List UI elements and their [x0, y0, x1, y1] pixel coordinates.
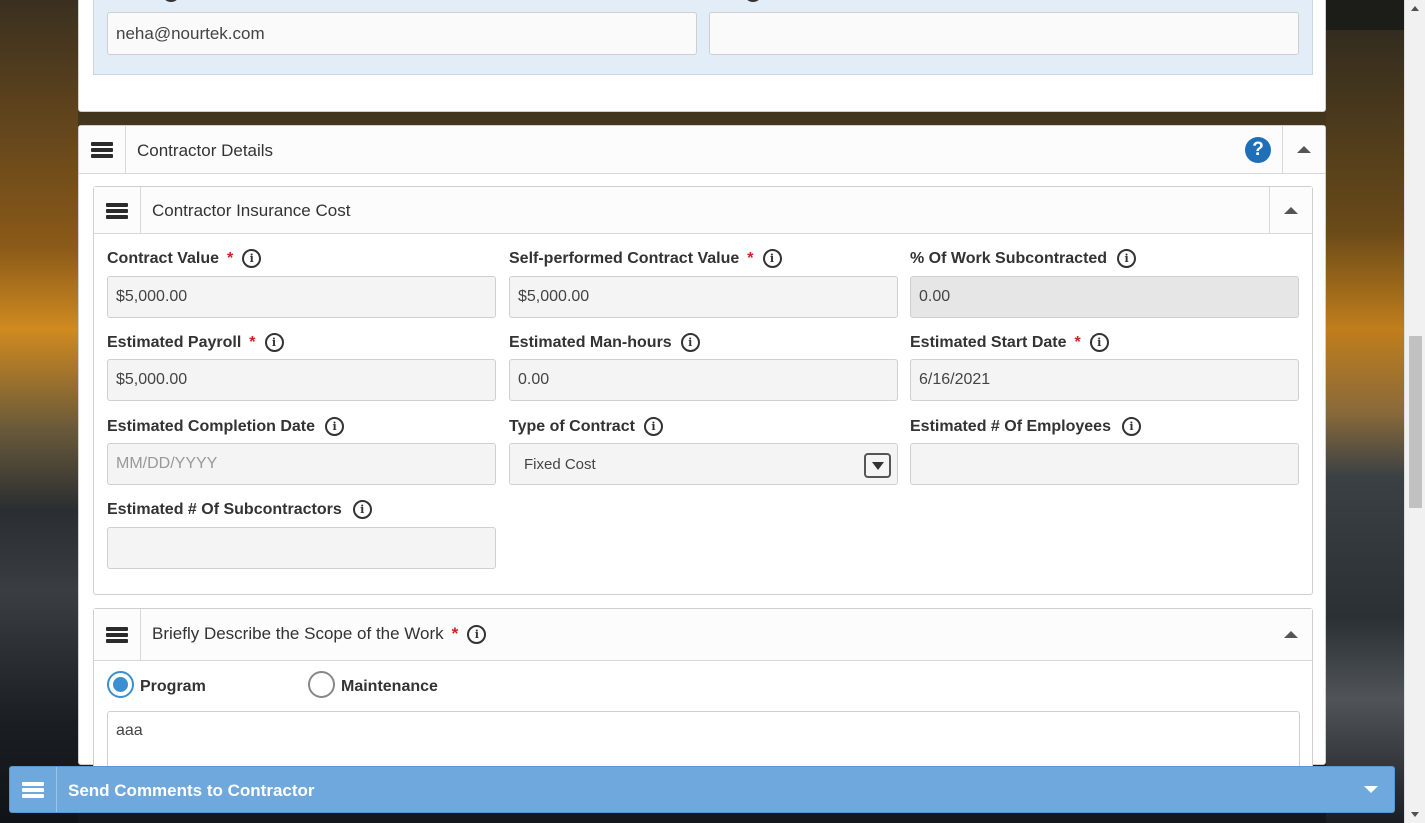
scroll-up-icon[interactable]	[1411, 6, 1419, 11]
info-icon[interactable]: i	[242, 249, 262, 268]
info-icon[interactable]: i	[325, 417, 345, 436]
secondary-field[interactable]	[709, 12, 1299, 55]
scope-textarea[interactable]: aaa	[107, 711, 1300, 771]
est-start-input[interactable]: 6/16/2021	[910, 359, 1299, 401]
chevron-up-icon	[1284, 207, 1298, 214]
label-text: % Of Work Subcontracted	[910, 249, 1108, 267]
info-icon[interactable]: i	[467, 624, 487, 644]
label-text: Briefly Describe the Scope of the Work	[152, 624, 444, 643]
label-text: Estimated Completion Date	[107, 417, 316, 435]
page-scrollbar[interactable]	[1404, 0, 1425, 823]
pct-subcontracted-input: 0.00	[910, 276, 1299, 318]
help-icon[interactable]: ?	[1245, 137, 1271, 163]
contact-section: neha@nourtek.com	[93, 0, 1313, 75]
chevron-up-icon	[1297, 146, 1311, 153]
send-comments-bar[interactable]: Send Comments to Contractor	[9, 766, 1395, 813]
background-image-left	[0, 0, 78, 823]
est-manhours-label: Estimated Man-hours i	[509, 333, 700, 352]
info-icon[interactable]: i	[1117, 249, 1137, 268]
scope-title: Briefly Describe the Scope of the Work * i	[152, 624, 487, 644]
insurance-cost-title: Contractor Insurance Cost	[152, 201, 351, 220]
info-icon[interactable]: i	[762, 249, 782, 268]
est-completion-input[interactable]: MM/DD/YYYY	[107, 443, 496, 485]
select-value: Fixed Cost	[524, 455, 596, 473]
hamburger-menu-icon[interactable]	[94, 609, 141, 660]
insurance-cost-header: Contractor Insurance Cost	[94, 187, 1312, 234]
collapse-button[interactable]	[1269, 611, 1312, 658]
collapse-button[interactable]	[1269, 187, 1312, 234]
est-start-label: Estimated Start Date * i	[910, 333, 1109, 352]
self-performed-input[interactable]: $5,000.00	[509, 276, 898, 318]
label-text: Estimated # Of Employees	[910, 417, 1111, 435]
est-payroll-input[interactable]: $5,000.00	[107, 359, 496, 401]
est-completion-label: Estimated Completion Date i	[107, 417, 345, 436]
info-icon[interactable]: i	[1121, 417, 1141, 436]
background-strip	[1326, 0, 1404, 30]
contract-type-label: Type of Contract i	[509, 417, 663, 436]
email-field[interactable]: neha@nourtek.com	[107, 12, 697, 55]
scroll-down-icon[interactable]	[1411, 812, 1419, 817]
chevron-up-icon	[1283, 631, 1298, 638]
collapse-button[interactable]	[1282, 126, 1325, 173]
chevron-down-icon[interactable]	[1364, 786, 1378, 793]
contract-value-label: Contract Value * i	[107, 249, 262, 268]
hamburger-menu-icon[interactable]	[79, 126, 126, 173]
radio-maintenance[interactable]	[308, 671, 335, 698]
required-marker: *	[227, 249, 234, 267]
required-marker: *	[747, 249, 754, 267]
pct-subcontracted-label: % Of Work Subcontracted i	[910, 249, 1137, 268]
required-marker: *	[1074, 333, 1081, 351]
radio-maintenance-label: Maintenance	[341, 678, 438, 695]
est-employees-label: Estimated # Of Employees i	[910, 417, 1141, 436]
est-manhours-input[interactable]: 0.00	[509, 359, 898, 401]
insurance-cost-panel: Contractor Insurance Cost Contract Value…	[93, 186, 1313, 595]
info-icon[interactable]: i	[264, 333, 284, 352]
label-text: Type of Contract	[509, 417, 635, 435]
contractor-details-header: Contractor Details ?	[79, 126, 1325, 174]
radio-program[interactable]	[107, 671, 134, 698]
est-subcontractors-input[interactable]	[107, 527, 496, 569]
required-marker: *	[249, 333, 256, 351]
hamburger-menu-icon[interactable]	[10, 767, 57, 812]
scope-header: Briefly Describe the Scope of the Work * i	[94, 609, 1312, 661]
est-employees-input[interactable]	[910, 443, 1299, 485]
radio-program-label: Program	[140, 678, 206, 695]
info-icon[interactable]: i	[643, 417, 663, 436]
label-text: Self-performed Contract Value	[509, 249, 740, 267]
chevron-down-icon[interactable]	[864, 453, 891, 478]
est-payroll-label: Estimated Payroll * i	[107, 333, 284, 352]
contractor-details-panel: Contractor Details ? Contractor Insuranc…	[78, 125, 1326, 778]
label-text: Estimated # Of Subcontractors	[107, 500, 342, 518]
info-icon[interactable]: i	[352, 500, 372, 519]
scrollbar-thumb[interactable]	[1409, 336, 1422, 508]
info-icon[interactable]: i	[680, 333, 700, 352]
self-performed-label: Self-performed Contract Value * i	[509, 249, 782, 268]
info-icon[interactable]: i	[1089, 333, 1109, 352]
label-text: Estimated Man-hours	[509, 333, 672, 351]
contractor-details-title: Contractor Details	[137, 141, 274, 160]
background-image-right	[1326, 0, 1404, 823]
hamburger-menu-icon[interactable]	[94, 187, 141, 234]
label-text: Estimated Start Date	[910, 333, 1067, 351]
est-subcontractors-label: Estimated # Of Subcontractors i	[107, 500, 372, 519]
required-marker: *	[451, 624, 459, 643]
contract-type-select[interactable]: Fixed Cost	[509, 443, 898, 485]
label-text: Contract Value	[107, 249, 220, 267]
scope-panel: Briefly Describe the Scope of the Work * i…	[93, 608, 1313, 778]
info-icon[interactable]	[162, 0, 180, 2]
contact-card: neha@nourtek.com	[78, 0, 1326, 112]
contract-value-input[interactable]: $5,000.00	[107, 276, 496, 318]
send-comments-title: Send Comments to Contractor	[68, 781, 315, 800]
info-icon[interactable]	[744, 0, 762, 2]
label-text: Estimated Payroll	[107, 333, 242, 351]
